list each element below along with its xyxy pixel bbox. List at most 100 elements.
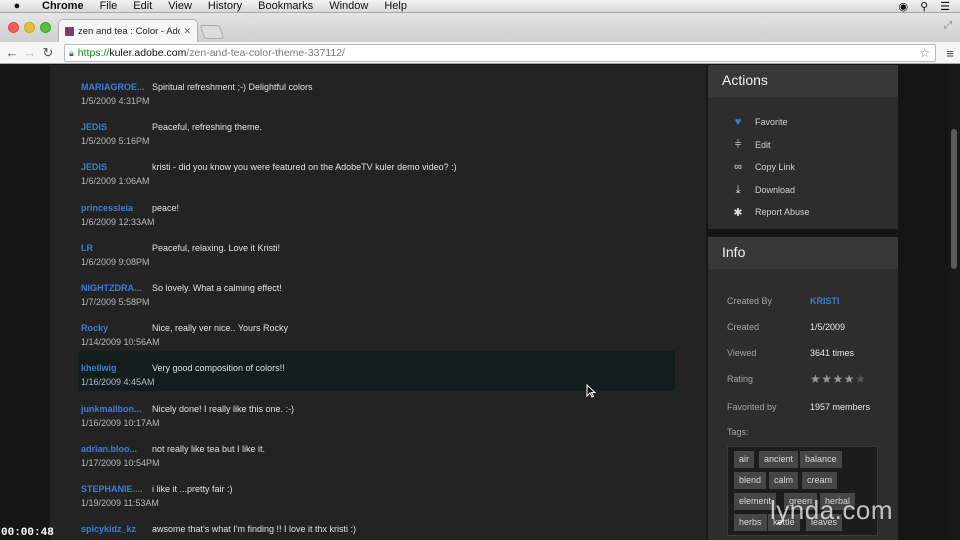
info-title: Info <box>708 237 898 269</box>
comment-text: Spiritual refreshment ;-) Delightful col… <box>152 82 313 92</box>
comment-author-link[interactable]: khellwig <box>81 363 147 373</box>
back-arrow-icon[interactable]: ← <box>3 45 21 60</box>
comment-author-link[interactable]: JEDIS <box>81 122 147 132</box>
comment-text: not really like tea but I like it. <box>152 443 266 454</box>
menu-history[interactable]: History <box>200 0 250 13</box>
menu-tray: ◉ ⚲ ☰ <box>898 0 960 13</box>
comment-date: 1/16/2009 10:17AM <box>81 417 160 428</box>
comment-author-link[interactable]: LR <box>81 243 147 253</box>
comment-author-link[interactable]: MARIAGROE... <box>81 82 147 92</box>
link-icon: ∞ <box>734 161 742 173</box>
tag-chip[interactable]: cream <box>802 472 838 489</box>
comment-text: awsome that's what I'm finding !! I love… <box>152 524 357 535</box>
star-icon[interactable]: ★ <box>810 372 821 386</box>
address-bar[interactable]: 🔒︎ https:// kuler.adobe.com /zen-and-tea… <box>64 44 936 62</box>
comment-author-link[interactable]: spicykidz_kz <box>81 524 147 534</box>
menu-edit[interactable]: Edit <box>125 0 160 13</box>
apple-menu-icon[interactable]: ● <box>0 0 34 12</box>
star-icon[interactable]: ★ <box>844 372 855 386</box>
star-icon[interactable]: ★ <box>833 372 844 386</box>
comment-date: 1/5/2009 5:16PM <box>81 136 150 147</box>
creative-cloud-icon[interactable]: ◉ <box>898 0 908 13</box>
comment-author-link[interactable]: junkmailbon... <box>81 404 147 414</box>
flag-icon: ✱ <box>733 206 743 219</box>
favorite-label: Favorite <box>755 117 788 127</box>
download-icon: ⤓ <box>735 183 741 196</box>
forward-arrow-icon[interactable]: → <box>21 45 39 60</box>
comment-row: NIGHTZDRA... 1/7/2009 5:58PM So lovely. Wh… <box>78 271 675 311</box>
favorite-action[interactable]: ♥ Favorite <box>730 112 788 132</box>
tag-chip[interactable]: herbs <box>734 514 767 531</box>
created-label: Created <box>727 322 760 332</box>
tag-chip[interactable]: air <box>734 451 755 468</box>
menu-bookmarks[interactable]: Bookmarks <box>250 0 321 13</box>
comment-author-link[interactable]: Rocky <box>81 323 147 333</box>
chrome-menu-icon[interactable]: ≡ <box>946 46 954 61</box>
comment-row: Rocky 1/14/2009 10:56AM Nice, really ver n… <box>78 311 675 351</box>
star-icon[interactable]: ★ <box>821 372 832 386</box>
favorited-label: Favorited by <box>727 402 777 412</box>
macos-menu-bar: ● Chrome File Edit View History Bookmark… <box>0 0 960 13</box>
report-abuse-label: Report Abuse <box>755 207 810 217</box>
menu-help[interactable]: Help <box>376 0 415 13</box>
comment-date: 1/6/2009 1:06AM <box>81 176 150 187</box>
comments-list: MARIAGROE... 1/5/2009 4:31PM Spiritual ref… <box>50 65 706 540</box>
tag-chip[interactable]: calm <box>769 472 799 489</box>
comment-text: Peaceful, relaxing. Love it Kristi! <box>152 242 281 253</box>
comment-author-link[interactable]: princessleia <box>81 203 147 213</box>
menu-view[interactable]: View <box>160 0 200 13</box>
scrollbar-thumb[interactable] <box>951 129 957 269</box>
reload-icon[interactable]: ↻ <box>39 45 57 61</box>
comment-row: adrian.bloo... 1/17/2009 10:54PM not reall… <box>78 432 675 472</box>
bookmark-star-icon[interactable]: ☆ <box>919 46 930 60</box>
comment-date: 1/19/2009 11:53AM <box>81 498 159 508</box>
created-by-label: Created By <box>727 296 773 306</box>
comment-author-link[interactable]: JEDIS <box>81 162 147 172</box>
lynda-watermark: lynda.com <box>770 495 893 525</box>
menu-file[interactable]: File <box>92 0 126 13</box>
heart-icon: ♥ <box>734 116 742 128</box>
viewed-label: Viewed <box>727 348 757 358</box>
tag-chip[interactable]: ancient <box>759 451 799 468</box>
menu-app-chrome[interactable]: Chrome <box>34 0 92 13</box>
video-timecode: 00:00:48 <box>1 527 54 539</box>
rating-stars[interactable]: ★★★★★ <box>810 372 866 386</box>
actions-title: Actions <box>708 65 898 97</box>
info-created-by: Created By KRISTI <box>727 296 887 310</box>
comment-text: Peaceful, refreshing theme. <box>152 122 263 133</box>
comment-row: JEDIS 1/5/2009 5:16PM Peaceful, refreshing… <box>78 110 675 150</box>
comment-author-link[interactable]: NIGHTZDRA... <box>81 283 147 293</box>
notification-list-icon[interactable]: ☰ <box>940 0 950 13</box>
comment-row: spicykidz_kz awsome that's what I'm findi… <box>78 512 675 540</box>
new-tab-button[interactable] <box>199 25 225 39</box>
tab-close-icon[interactable]: ✕ <box>183 26 191 37</box>
comment-text: peace! <box>152 202 180 213</box>
author-link[interactable]: KRISTI <box>810 296 840 306</box>
info-favorited: Favorited by 1957 members <box>727 402 887 416</box>
window-close-button[interactable] <box>8 22 19 33</box>
comment-row: MARIAGROE... 1/5/2009 4:31PM Spiritual ref… <box>78 70 675 110</box>
page-scrollbar[interactable] <box>948 65 960 540</box>
browser-tab-active[interactable]: zen and tea : Color - Adobe ✕ <box>58 19 198 42</box>
fullscreen-icon[interactable]: ⤢ <box>944 20 952 31</box>
window-zoom-button[interactable] <box>40 22 51 33</box>
tag-chip[interactable]: blend <box>734 472 767 489</box>
comment-author-link[interactable]: STEPHANIE.... <box>81 484 147 494</box>
tag-chip[interactable]: balance <box>800 451 842 468</box>
comment-author-link[interactable]: adrian.bloo... <box>81 444 147 454</box>
menu-window[interactable]: Window <box>321 0 376 13</box>
comment-row: JEDIS 1/6/2009 1:06AM kristi - did you kno… <box>78 150 675 190</box>
info-viewed: Viewed 3641 times <box>727 348 887 362</box>
lock-icon: 🔒︎ <box>69 47 74 58</box>
download-action[interactable]: ⤓ Download <box>730 180 795 200</box>
page-content: MARIAGROE... 1/5/2009 4:31PM Spiritual ref… <box>0 65 960 540</box>
url-scheme: https:// <box>77 47 110 59</box>
kuler-favicon-icon <box>65 26 74 36</box>
edit-action[interactable]: ⫩ Edit <box>730 135 771 155</box>
report-abuse-action[interactable]: ✱ Report Abuse <box>730 202 810 222</box>
comment-row: STEPHANIE.... 1/19/2009 11:53AM i like it … <box>78 472 675 512</box>
window-minimize-button[interactable] <box>24 22 35 33</box>
copy-link-action[interactable]: ∞ Copy Link <box>730 157 795 177</box>
spotlight-search-icon[interactable]: ⚲ <box>920 0 928 13</box>
star-icon[interactable]: ★ <box>855 372 866 386</box>
